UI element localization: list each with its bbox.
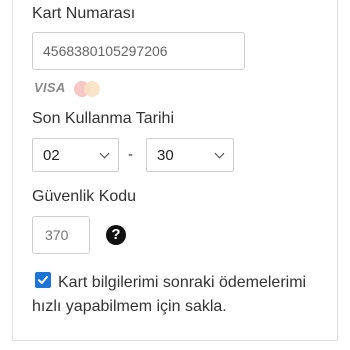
save-card-label: Kart bilgilerimi sonraki ödemelerimi hız… — [32, 274, 307, 315]
mastercard-circle-orange — [84, 81, 100, 97]
expiry-year-value: 30 — [157, 147, 174, 164]
chevron-down-icon — [214, 148, 225, 159]
expiry-separator: - — [128, 146, 133, 163]
card-number-label: Kart Numarası — [32, 5, 136, 22]
card-number-input[interactable] — [32, 32, 245, 70]
chevron-down-icon — [99, 148, 110, 159]
question-circle-icon[interactable]: ? — [106, 225, 126, 245]
security-code-label: Güvenlik Kodu — [32, 188, 137, 205]
visa-logo: VISA — [34, 80, 66, 95]
expiry-month-value: 02 — [43, 147, 60, 164]
security-code-input[interactable] — [32, 216, 90, 254]
mastercard-logo — [74, 81, 104, 97]
payment-form: Kart Numarası VISA Son Kullanma Tarihi 0… — [0, 0, 350, 350]
expiry-label: Son Kullanma Tarihi — [32, 110, 175, 127]
expiry-month-select[interactable]: 02 — [32, 138, 119, 172]
expiry-year-select[interactable]: 30 — [146, 138, 234, 172]
